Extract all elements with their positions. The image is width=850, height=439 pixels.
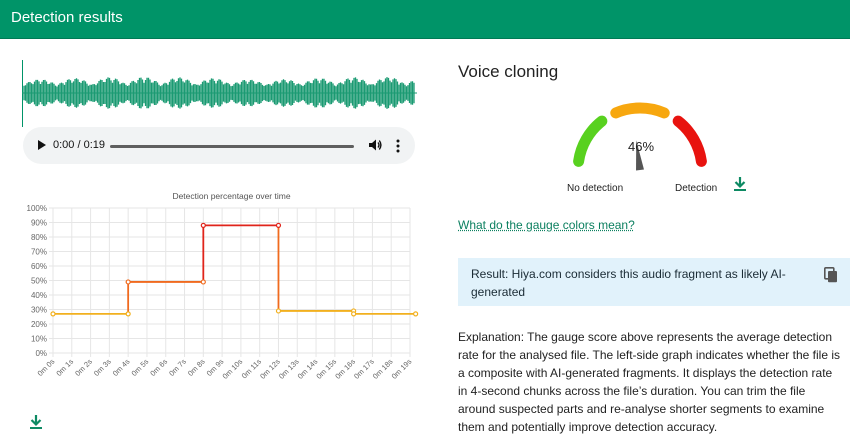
explanation-text: Explanation: The gauge score above repre…	[458, 330, 840, 434]
waveform-bars	[23, 77, 415, 109]
result-text: Result: Hiya.com considers this audio fr…	[471, 267, 786, 299]
audio-player: 0:00 / 0:19	[23, 127, 415, 164]
chart-x-tick-label: 0m 19s	[390, 357, 414, 381]
chart-y-tick-label: 90%	[31, 219, 47, 228]
chart-y-tick-label: 60%	[31, 262, 47, 271]
download-icon[interactable]	[29, 414, 43, 430]
page-title: Detection results	[11, 9, 123, 26]
gauge-arc-green	[573, 115, 608, 167]
chart-data-point	[125, 279, 131, 285]
chart-x-tick-label: 0m 0s	[36, 357, 57, 378]
chart-y-tick-label: 10%	[31, 335, 47, 344]
chart-y-tick-label: 50%	[31, 277, 47, 286]
chart-x-tick-label: 0m 5s	[130, 357, 151, 378]
chart-x-tick-label: 0m 2s	[73, 357, 94, 378]
chart-y-tick-label: 80%	[31, 233, 47, 242]
chart-data-point	[200, 222, 206, 229]
copy-icon[interactable]	[824, 267, 838, 283]
chart-data-point	[413, 311, 419, 317]
detection-chart: Detection percentage over time 0% 10% 20% 30…	[27, 191, 419, 381]
chart-title: Detection percentage over time	[172, 191, 290, 201]
audio-waveform[interactable]	[22, 63, 417, 123]
chart-data-point	[200, 279, 206, 285]
playback-progress-bar[interactable]	[110, 145, 354, 148]
chart-y-tick-label: 30%	[31, 306, 47, 315]
download-icon[interactable]	[733, 176, 747, 192]
chart-y-tick-label: 70%	[31, 248, 47, 257]
gauge-value: 46%	[628, 139, 655, 154]
voice-cloning-title: Voice cloning	[458, 62, 559, 81]
gauge-label-no-detection: No detection	[567, 183, 624, 194]
chart-data-point	[50, 311, 56, 317]
chart-data-point	[275, 222, 282, 229]
gauge-colors-link[interactable]: What do the gauge colors mean?	[458, 218, 635, 232]
chart-y-tick-label: 40%	[31, 291, 47, 300]
chart-data-point	[351, 311, 357, 317]
chart-data-point	[275, 308, 282, 314]
gauge-arc-orange	[610, 102, 670, 119]
playback-time: 0:00 / 0:19	[53, 139, 105, 151]
chart-data-point	[125, 311, 131, 317]
chart-y-tick-label: 100%	[27, 204, 47, 213]
chart-x-tick-label: 0m 3s	[92, 357, 113, 378]
gauge-arc-red	[672, 115, 707, 167]
chart-x-tick-label: 0m 1s	[54, 357, 75, 378]
chart-x-tick-label: 0m 7s	[167, 357, 188, 378]
chart-x-tick-label: 0m 10s	[221, 357, 245, 381]
gauge-label-detection: Detection	[675, 183, 718, 194]
result-box: Result: Hiya.com considers this audio fr…	[458, 258, 850, 306]
chart-x-tick-label: 0m 6s	[148, 357, 169, 378]
header-bar: Detection results	[0, 0, 850, 39]
chart-x-tick-label: 0m 8s	[186, 357, 207, 378]
more-vert-icon[interactable]	[395, 138, 401, 154]
chart-y-tick-label: 0%	[35, 349, 47, 358]
play-icon[interactable]	[38, 140, 46, 150]
chart-y-tick-label: 20%	[31, 320, 47, 329]
volume-icon[interactable]	[368, 138, 382, 152]
chart-x-tick-label: 0m 4s	[111, 357, 132, 378]
